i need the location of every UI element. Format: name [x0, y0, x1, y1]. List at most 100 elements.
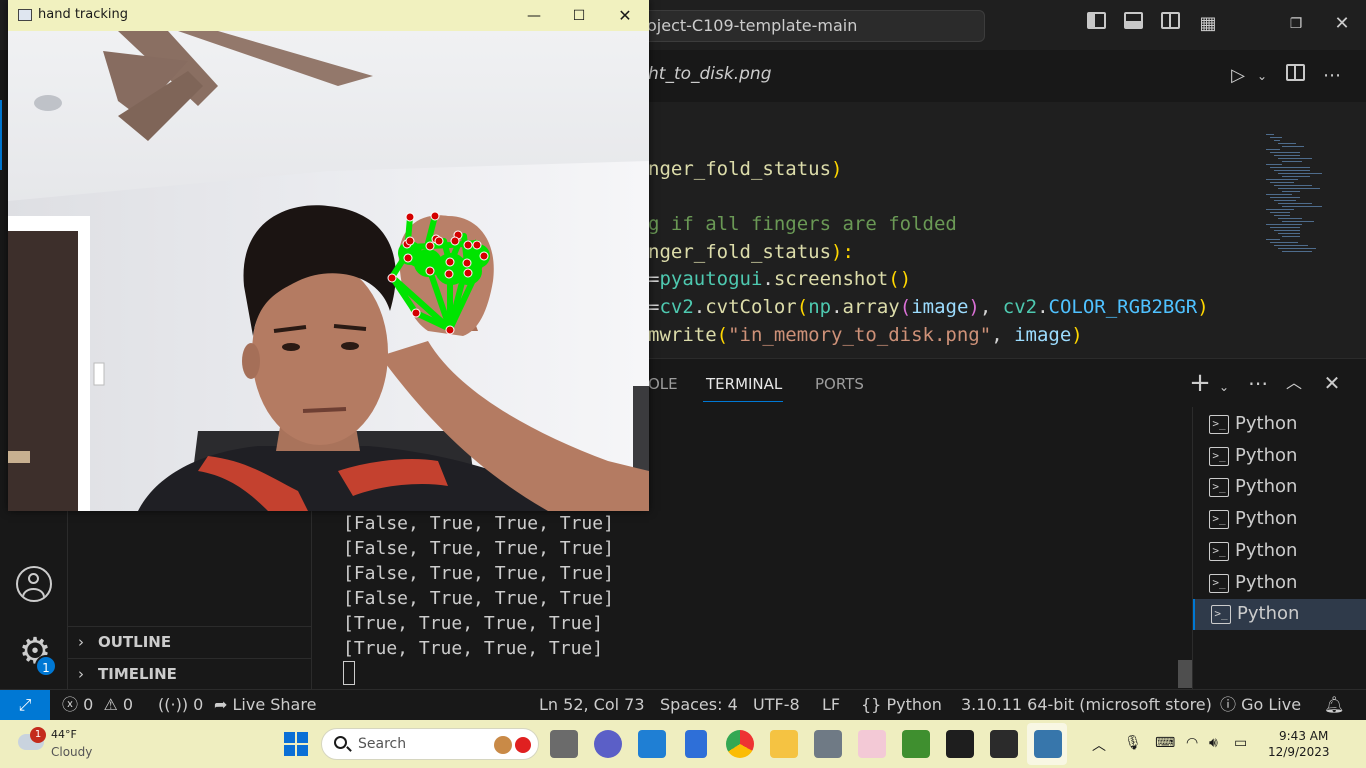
- language-mode[interactable]: {} Python: [861, 690, 942, 720]
- split-editor-icon[interactable]: [1283, 64, 1307, 88]
- minimap-line: [1282, 221, 1314, 222]
- command-prompt-icon[interactable]: [946, 730, 974, 758]
- outline-section[interactable]: › OUTLINE: [68, 626, 312, 656]
- close-window-icon[interactable]: ✕: [1330, 12, 1354, 36]
- minimap-line: [1278, 203, 1312, 204]
- editor-tab-label[interactable]: ht_to_disk.png: [648, 64, 771, 84]
- python-interpreter[interactable]: 3.10.11 64-bit (microsoft store): [961, 690, 1212, 720]
- live-share-button[interactable]: ➦ Live Share: [214, 690, 316, 720]
- ports-status[interactable]: ((·)) 0: [158, 690, 203, 720]
- run-icon[interactable]: ▷: [1226, 64, 1250, 88]
- taskbar-search[interactable]: Search: [321, 728, 539, 760]
- python-icon[interactable]: [1034, 730, 1062, 758]
- minimize-icon[interactable]: —: [511, 2, 557, 30]
- code-token: g if all fingers are folded: [648, 213, 957, 235]
- remote-icon[interactable]: ⤢: [0, 690, 50, 720]
- camera-icon[interactable]: [814, 730, 842, 758]
- snipping-tool-icon[interactable]: [858, 730, 886, 758]
- terminal-icon: >_: [1209, 510, 1229, 530]
- encoding[interactable]: UTF-8: [753, 690, 800, 720]
- workspace-title: oject-C109-template-main: [647, 16, 858, 35]
- terminal-icon[interactable]: [990, 730, 1018, 758]
- minecraft-icon[interactable]: [902, 730, 930, 758]
- status-bar: ⤢ ⓧ 0 ⚠ 0 ((·)) 0 ➦ Live Share Ln 52, Co…: [0, 689, 1366, 720]
- chrome-icon[interactable]: [726, 730, 754, 758]
- end-of-line[interactable]: LF: [822, 690, 840, 720]
- terminal-dropdown-icon[interactable]: ⌄: [1212, 376, 1236, 398]
- minimap-line: [1270, 137, 1282, 138]
- clock-date[interactable]: 12/9/2023: [1268, 745, 1330, 759]
- window-app-icon: [18, 9, 32, 21]
- indentation[interactable]: Spaces: 4: [660, 690, 738, 720]
- timeline-section[interactable]: › TIMELINE: [68, 658, 312, 688]
- terminal-instance[interactable]: >_ Python: [1193, 568, 1366, 599]
- toggle-secondary-sidebar-icon[interactable]: [1158, 12, 1182, 36]
- microphone-icon[interactable]: 🎙︎: [1124, 735, 1142, 751]
- bell-icon[interactable]: 🔔︎: [1324, 690, 1344, 720]
- maximize-icon[interactable]: ☐: [556, 2, 602, 30]
- minimap-line: [1274, 170, 1310, 171]
- live-share-label: Live Share: [232, 695, 317, 714]
- terminal-instance[interactable]: >_ Python: [1193, 472, 1366, 503]
- task-view-icon[interactable]: [550, 730, 578, 758]
- restore-window-icon[interactable]: ❐: [1284, 12, 1308, 36]
- vscode-icon[interactable]: [638, 730, 666, 758]
- command-center[interactable]: oject-C109-template-main: [610, 10, 985, 42]
- minimap-line: [1270, 152, 1300, 153]
- cursor-position[interactable]: Ln 52, Col 73: [539, 690, 645, 720]
- wifi-icon[interactable]: ◠: [1186, 735, 1198, 751]
- terminal-icon: >_: [1211, 605, 1231, 625]
- volume-icon[interactable]: 🔊︎: [1209, 735, 1218, 751]
- error-count: 0: [83, 695, 94, 714]
- minimap-line: [1282, 191, 1300, 192]
- warning-icon: ⚠: [103, 695, 118, 714]
- code-token: "in_memory_to_disk.png": [728, 324, 992, 346]
- code-token: =: [648, 296, 660, 318]
- code-token: .: [1037, 296, 1049, 318]
- run-dropdown-icon[interactable]: ⌄: [1250, 64, 1274, 88]
- terminal-scrollbar[interactable]: [1178, 660, 1192, 688]
- terminal-instance-label: Python: [1237, 603, 1300, 625]
- minimap-line: [1282, 146, 1304, 147]
- file-explorer-icon[interactable]: [770, 730, 798, 758]
- problems-status[interactable]: ⓧ 0 ⚠ 0: [62, 690, 133, 720]
- terminal-line: [True, True, True, True]: [343, 638, 604, 659]
- chevron-up-icon[interactable]: ︿: [1092, 735, 1106, 755]
- clock-time[interactable]: 9:43 AM: [1279, 729, 1328, 743]
- toggle-primary-sidebar-icon[interactable]: [1084, 12, 1108, 36]
- go-live-button[interactable]: ⓘ Go Live: [1220, 690, 1301, 720]
- keyboard-icon[interactable]: ⌨: [1155, 735, 1175, 751]
- more-actions-icon[interactable]: ⋯: [1320, 64, 1344, 88]
- accounts-icon[interactable]: [16, 566, 52, 602]
- terminal-instance[interactable]: >_ Python: [1193, 441, 1366, 472]
- code-token: =: [648, 268, 660, 290]
- code-token: ): [1071, 324, 1083, 346]
- notepad-icon[interactable]: [685, 730, 707, 758]
- code-token: np: [808, 296, 832, 318]
- new-terminal-icon[interactable]: +: [1188, 370, 1212, 396]
- live-share-icon: ➦: [214, 695, 228, 714]
- terminal-line: [False, True, True, True]: [343, 563, 614, 584]
- braces-icon: {}: [861, 695, 882, 714]
- tab-ports[interactable]: PORTS: [815, 375, 864, 393]
- hand-tracking-window[interactable]: hand tracking — ☐ ✕: [8, 0, 649, 511]
- weather-condition[interactable]: Cloudy: [51, 745, 92, 759]
- battery-icon[interactable]: ▭: [1234, 735, 1247, 751]
- close-panel-icon[interactable]: ✕: [1320, 372, 1344, 394]
- panel-more-icon[interactable]: ⋯: [1246, 372, 1270, 394]
- terminal-instance[interactable]: >_ Python: [1193, 409, 1366, 440]
- terminal-instance[interactable]: >_ Python: [1193, 599, 1366, 631]
- customize-layout-icon[interactable]: ▦: [1196, 12, 1220, 36]
- windows-start-icon[interactable]: [284, 732, 308, 756]
- toggle-panel-icon[interactable]: [1121, 12, 1145, 36]
- code-line: =pyautogui.screenshot(): [648, 265, 911, 293]
- weather-temp[interactable]: 44°F: [51, 728, 77, 741]
- close-icon[interactable]: ✕: [602, 2, 648, 30]
- terminal-instance[interactable]: >_ Python: [1193, 536, 1366, 567]
- tab-terminal[interactable]: TERMINAL: [706, 375, 782, 393]
- terminal-instance[interactable]: >_ Python: [1193, 504, 1366, 535]
- minimap[interactable]: [1258, 132, 1366, 358]
- chat-icon[interactable]: [594, 730, 622, 758]
- tab-debug-console[interactable]: OLE: [648, 375, 678, 393]
- maximize-panel-icon[interactable]: ︿: [1282, 372, 1306, 394]
